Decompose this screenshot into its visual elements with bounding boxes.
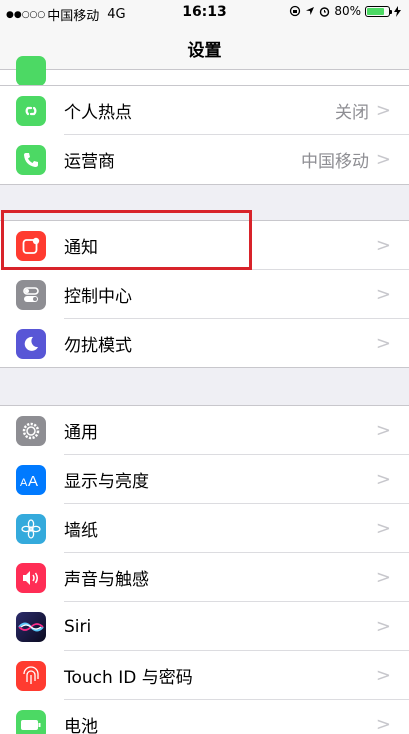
- settings-row-label: 控制中心: [64, 287, 132, 307]
- settings-row-siri[interactable]: Siri >: [0, 602, 409, 651]
- chevron-right-icon: >: [375, 518, 391, 539]
- settings-row-carrier[interactable]: 运营商 中国移动 >: [0, 135, 409, 184]
- settings-row-label: Touch ID 与密码: [64, 668, 193, 688]
- nav-bar: 设置: [0, 24, 409, 70]
- battery-indicator-icon: [365, 5, 392, 17]
- settings-row-label: 电池: [64, 717, 98, 734]
- notification-icon: [16, 230, 46, 261]
- settings-group-notifications: 通知 > 控制中心 > 勿扰模式 >: [0, 220, 409, 368]
- settings-row-general[interactable]: 通用 >: [0, 406, 409, 455]
- chevron-right-icon: >: [375, 714, 391, 734]
- moon-icon: [16, 328, 46, 359]
- text-size-icon: AA: [16, 464, 46, 495]
- svg-text:A: A: [20, 477, 28, 488]
- settings-row-label: 运营商: [64, 152, 115, 172]
- fingerprint-icon: [16, 660, 46, 691]
- settings-row-label: 勿扰模式: [64, 336, 132, 356]
- siri-icon: [16, 611, 46, 642]
- chevron-right-icon: >: [375, 235, 391, 256]
- alarm-icon: [320, 6, 330, 17]
- settings-row-label: 声音与触感: [64, 570, 149, 590]
- phone-icon: [16, 144, 46, 175]
- gear-icon: [16, 415, 46, 446]
- settings-row-touch-id[interactable]: Touch ID 与密码 >: [0, 651, 409, 700]
- chevron-right-icon: >: [375, 149, 391, 170]
- chevron-right-icon: >: [375, 333, 391, 354]
- settings-row-do-not-disturb[interactable]: 勿扰模式 >: [0, 319, 409, 368]
- speaker-icon: [16, 562, 46, 593]
- settings-row-sounds[interactable]: 声音与触感 >: [0, 553, 409, 602]
- battery-percent: 80%: [334, 4, 361, 18]
- chevron-right-icon: >: [375, 665, 391, 686]
- svg-text:A: A: [28, 473, 38, 488]
- chevron-right-icon: >: [375, 567, 391, 588]
- chevron-right-icon: >: [375, 100, 391, 121]
- chevron-right-icon: >: [375, 284, 391, 305]
- settings-row-label: 显示与亮度: [64, 472, 149, 492]
- page-title: 设置: [187, 41, 222, 61]
- battery-icon: [16, 709, 46, 734]
- chevron-right-icon: >: [375, 469, 391, 490]
- status-bar: ●●○○○ 中国移动 4G 16:13 80%: [0, 0, 409, 24]
- settings-row-wallpaper[interactable]: 墙纸 >: [0, 504, 409, 553]
- settings-row-control-center[interactable]: 控制中心 >: [0, 270, 409, 319]
- settings-row-value: 关闭: [335, 103, 369, 123]
- settings-row-label: 通知: [64, 238, 98, 258]
- hotspot-icon: [16, 95, 46, 126]
- settings-row-notifications[interactable]: 通知 >: [0, 221, 409, 270]
- flower-icon: [16, 513, 46, 544]
- location-icon: [306, 7, 315, 15]
- settings-row-value: 中国移动: [301, 152, 369, 172]
- settings-group-general: 通用 > AA 显示与亮度 > 墙纸 > 声音与触感 > Siri > Touc…: [0, 405, 409, 734]
- toggle-icon: [16, 279, 46, 310]
- settings-group-cellular-partial: [0, 56, 409, 86]
- settings-row-label: 通用: [64, 423, 98, 443]
- cellular-icon: [16, 56, 46, 86]
- settings-row-display[interactable]: AA 显示与亮度 >: [0, 455, 409, 504]
- settings-row-label: Siri: [64, 616, 92, 637]
- settings-row-battery[interactable]: 电池 >: [0, 700, 409, 734]
- settings-row-hotspot[interactable]: 个人热点 关闭 >: [0, 86, 409, 135]
- chevron-right-icon: >: [375, 420, 391, 441]
- chevron-right-icon: >: [375, 616, 391, 637]
- settings-row-label: 个人热点: [64, 103, 132, 123]
- settings-row-label: 墙纸: [64, 521, 98, 541]
- settings-group-network: 个人热点 关闭 > 运营商 中国移动 >: [0, 85, 409, 185]
- status-right: 80%: [289, 4, 401, 18]
- charging-icon: [394, 5, 401, 17]
- rotation-lock-icon: [290, 5, 301, 17]
